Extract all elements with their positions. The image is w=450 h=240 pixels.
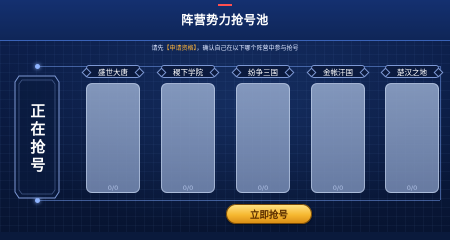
panel-header: 阵营势力抢号池 bbox=[0, 0, 450, 41]
faction-name: 金帐汗国 bbox=[311, 65, 365, 78]
frame-line-right bbox=[440, 66, 441, 200]
grab-status-box: 正在抢号 bbox=[11, 70, 63, 204]
faction-count-chu-han: 0/0 bbox=[406, 184, 418, 192]
faction-card[interactable] bbox=[385, 83, 439, 193]
apply-qualification-link[interactable]: 【申请资格】 bbox=[163, 45, 196, 52]
faction-name: 稷下学院 bbox=[161, 65, 215, 78]
faction-chu-han[interactable]: 楚汉之地 bbox=[385, 65, 439, 195]
faction-three-kingdoms[interactable]: 纷争三国 bbox=[236, 65, 290, 195]
faction-count-tang: 0/0 bbox=[107, 184, 119, 192]
faction-count-three-kingdoms: 0/0 bbox=[257, 184, 269, 192]
faction-card[interactable] bbox=[311, 83, 365, 193]
frame-line-bottom bbox=[40, 200, 440, 201]
faction-name: 盛世大唐 bbox=[86, 65, 140, 78]
panel-title: 阵营势力抢号池 bbox=[181, 13, 269, 27]
instruction-suffix: ，确认自己在以下哪个阵营中参与抢号 bbox=[196, 45, 299, 52]
grab-status-text: 正在抢号 bbox=[30, 102, 46, 174]
faction-name: 纷争三国 bbox=[236, 65, 290, 78]
faction-golden-horde[interactable]: 金帐汗国 bbox=[311, 65, 365, 195]
faction-name: 楚汉之地 bbox=[385, 65, 439, 78]
faction-count-jixia: 0/0 bbox=[182, 184, 194, 192]
instruction-prefix: 请先 bbox=[151, 45, 164, 52]
grab-now-button[interactable]: 立即抢号 bbox=[226, 204, 312, 224]
frame-node-top-left bbox=[35, 64, 40, 69]
game-panel: 阵营势力抢号池 请先【申请资格】，确认自己在以下哪个阵营中参与抢号 正在抢号 盛… bbox=[0, 0, 450, 232]
faction-count-golden-horde: 0/0 bbox=[332, 184, 344, 192]
header-accent-mark bbox=[218, 4, 232, 6]
instruction-text: 请先【申请资格】，确认自己在以下哪个阵营中参与抢号 bbox=[0, 43, 450, 52]
faction-card[interactable] bbox=[86, 83, 140, 193]
faction-jixia[interactable]: 稷下学院 bbox=[161, 65, 215, 195]
faction-card[interactable] bbox=[161, 83, 215, 193]
faction-card[interactable] bbox=[236, 83, 290, 193]
faction-tang[interactable]: 盛世大唐 bbox=[86, 65, 140, 195]
